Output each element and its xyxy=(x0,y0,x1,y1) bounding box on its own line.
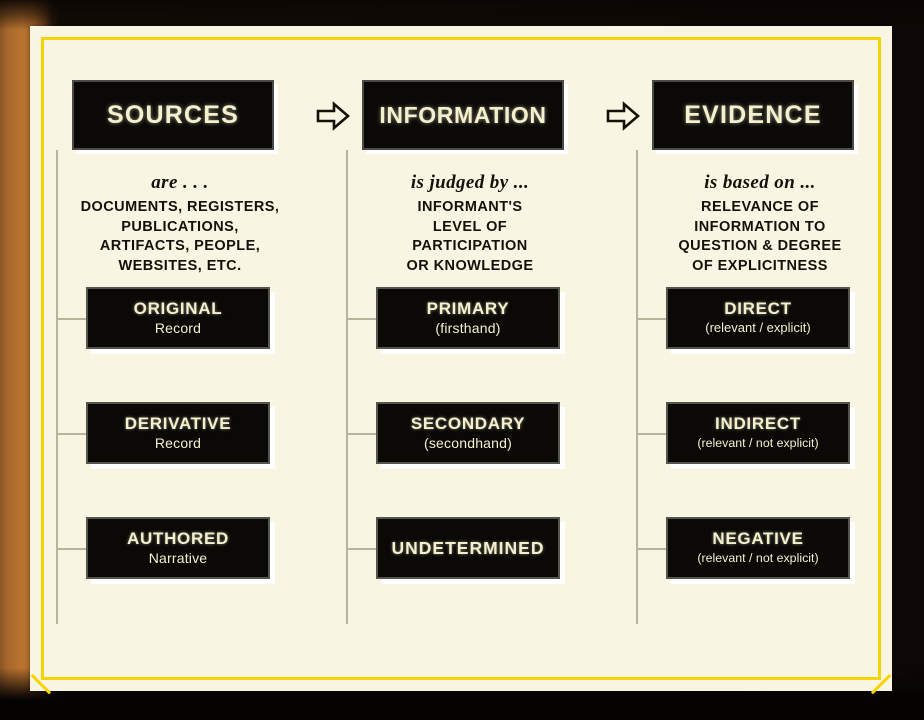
item-title: ORIGINAL xyxy=(133,299,223,318)
item-subtitle: (relevant / explicit) xyxy=(705,320,811,335)
diagram-card: SOURCES are . . . DOCUMENTS, REGISTERS, … xyxy=(30,26,892,695)
item-box-negative[interactable]: NEGATIVE (relevant / not explicit) xyxy=(666,517,850,579)
item-title: PRIMARY xyxy=(426,299,510,318)
connector-stub xyxy=(346,433,378,435)
connector-stub xyxy=(56,433,88,435)
item-box-authored[interactable]: AUTHORED Narrative xyxy=(86,517,270,579)
item-subtitle: Record xyxy=(154,320,202,336)
flow-arrow-icon xyxy=(316,101,350,131)
connector-stub xyxy=(56,548,88,550)
item-box-primary[interactable]: PRIMARY (firsthand) xyxy=(376,287,560,349)
header-label-evidence: EVIDENCE xyxy=(684,100,822,129)
item-subtitle: (relevant / not explicit) xyxy=(697,436,819,450)
item-title: INDIRECT xyxy=(715,414,801,433)
column-information: INFORMATION is judged by ... INFORMANT'S… xyxy=(324,26,614,691)
diagram-canvas: SOURCES are . . . DOCUMENTS, REGISTERS, … xyxy=(30,26,892,691)
item-title: DERIVATIVE xyxy=(124,414,232,433)
connector-stub xyxy=(56,318,88,320)
item-subtitle: Record xyxy=(154,435,202,451)
header-label-sources: SOURCES xyxy=(106,100,240,129)
connector-vertical-stem xyxy=(346,150,348,624)
photo-frame: SOURCES are . . . DOCUMENTS, REGISTERS, … xyxy=(0,0,924,720)
item-subtitle: Narrative xyxy=(148,550,208,566)
header-box-information[interactable]: INFORMATION xyxy=(362,80,564,150)
item-title: UNDETERMINED xyxy=(391,538,545,558)
header-label-information: INFORMATION xyxy=(379,101,547,128)
item-subtitle: (relevant / not explicit) xyxy=(697,551,819,565)
item-box-secondary[interactable]: SECONDARY (secondhand) xyxy=(376,402,560,464)
header-box-sources[interactable]: SOURCES xyxy=(72,80,274,150)
item-box-derivative[interactable]: DERIVATIVE Record xyxy=(86,402,270,464)
item-subtitle: (secondhand) xyxy=(423,435,512,451)
item-title: SECONDARY xyxy=(410,414,526,433)
column-evidence: EVIDENCE is based on ... RELEVANCE OF IN… xyxy=(614,26,904,691)
item-title: DIRECT xyxy=(724,299,792,318)
item-box-undetermined[interactable]: UNDETERMINED xyxy=(376,517,560,579)
header-box-evidence[interactable]: EVIDENCE xyxy=(652,80,854,150)
item-box-original[interactable]: ORIGINAL Record xyxy=(86,287,270,349)
connector-stub xyxy=(636,433,668,435)
item-title: NEGATIVE xyxy=(712,529,804,548)
connector-vertical-stem xyxy=(56,150,58,624)
connector-vertical-stem xyxy=(636,150,638,624)
item-title: AUTHORED xyxy=(127,529,229,548)
item-subtitle: (firsthand) xyxy=(435,320,501,336)
column-sources: SOURCES are . . . DOCUMENTS, REGISTERS, … xyxy=(34,26,324,691)
connector-stub xyxy=(636,318,668,320)
flow-arrow-icon xyxy=(606,101,640,131)
item-box-indirect[interactable]: INDIRECT (relevant / not explicit) xyxy=(666,402,850,464)
connector-stub xyxy=(346,318,378,320)
item-box-direct[interactable]: DIRECT (relevant / explicit) xyxy=(666,287,850,349)
connector-stub xyxy=(636,548,668,550)
connector-stub xyxy=(346,548,378,550)
